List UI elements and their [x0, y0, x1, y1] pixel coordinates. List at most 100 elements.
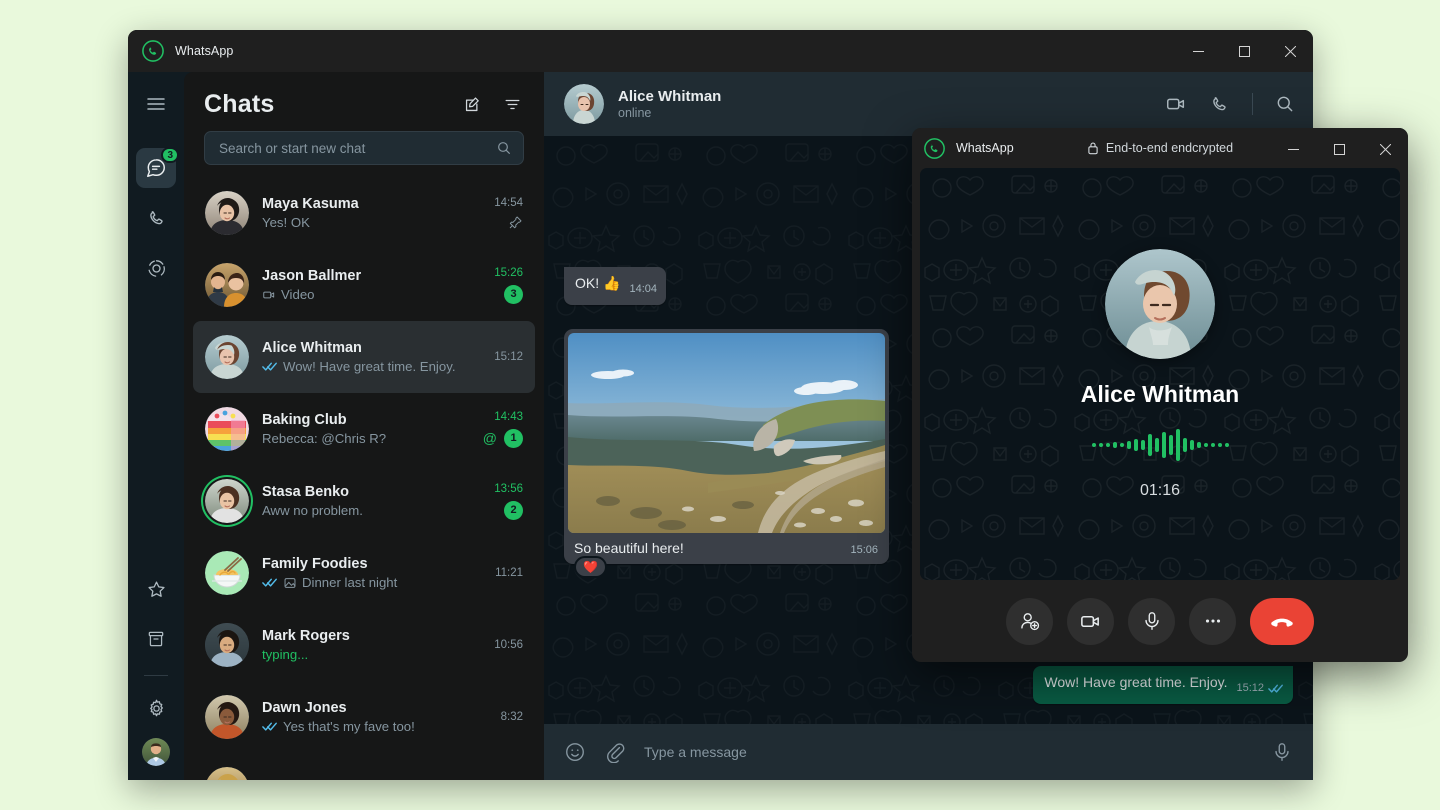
chat-item-meta: 11:21: [487, 567, 523, 579]
chat-item-name: Maya Kasuma: [262, 196, 474, 212]
call-window-title: WhatsApp: [956, 141, 1014, 155]
chat-item-time: 14:54: [494, 197, 523, 209]
waveform-bar: [1197, 442, 1201, 448]
chat-item-meta: 14:43@1: [483, 411, 523, 448]
chat-item-name: Family Foodies: [262, 556, 474, 572]
chat-item-name: Ziggy Woodley: [262, 780, 474, 781]
call-window: WhatsApp End-to-end endcrypted: [912, 128, 1408, 662]
chat-list-item[interactable]: Alice Whitman Wow! Have great time. Enjo…: [193, 321, 535, 393]
waveform-bar: [1162, 432, 1166, 458]
filter-chats-icon[interactable]: [500, 93, 524, 117]
chat-list-item[interactable]: Stasa Benko Aww no problem. 13:562: [193, 465, 535, 537]
call-stage: Alice Whitman 01:16: [920, 168, 1400, 580]
voice-call-icon[interactable]: [1209, 94, 1230, 115]
chat-item-meta: 15:12: [487, 351, 523, 363]
message-bubble-image[interactable]: So beautiful here! 15:06 ❤️: [564, 329, 889, 564]
chat-list-item[interactable]: Ziggy Woodley 8:12: [193, 753, 535, 780]
chat-item-text: Mark Rogers typing...: [262, 628, 474, 662]
chat-item-avatar: [205, 191, 249, 235]
profile-avatar[interactable]: [142, 738, 170, 766]
add-participant-button[interactable]: [1006, 598, 1053, 645]
waveform-bar: [1176, 429, 1180, 461]
call-minimize-button[interactable]: [1270, 128, 1316, 170]
chat-list[interactable]: Maya Kasuma Yes! OK 14:54 Jason Ballmer …: [184, 177, 544, 780]
chat-item-meta: 15:263: [487, 267, 523, 304]
chat-item-avatar: [205, 551, 249, 595]
new-chat-icon[interactable]: [460, 93, 484, 117]
search-in-chat-icon[interactable]: [1275, 94, 1295, 114]
encryption-label: End-to-end endcrypted: [1106, 141, 1233, 155]
sidebar-item-archived[interactable]: [136, 619, 176, 659]
waveform-bar: [1113, 442, 1117, 448]
chat-item-text: Stasa Benko Aww no problem.: [262, 484, 474, 518]
sidebar-item-chats[interactable]: 3: [136, 148, 176, 188]
photo-attachment-icon: [283, 576, 297, 590]
paperclip-icon[interactable]: [604, 741, 626, 763]
chat-item-time: 15:12: [494, 351, 523, 363]
chat-pane-actions: [460, 93, 524, 117]
search-box[interactable]: [204, 131, 524, 165]
search-input[interactable]: [219, 141, 495, 156]
message-photo[interactable]: [568, 333, 885, 533]
message-reaction[interactable]: ❤️: [574, 556, 607, 578]
sidebar-item-settings[interactable]: [136, 688, 176, 728]
message-time: 14:04: [629, 280, 657, 299]
chat-item-meta: 13:562: [487, 483, 523, 520]
close-button[interactable]: [1267, 30, 1313, 72]
message-bubble-incoming[interactable]: OK! 👍 14:04: [564, 267, 666, 305]
chat-item-text: Family Foodies Dinner last night: [262, 556, 474, 590]
chat-item-preview: Yes that's my fave too!: [262, 719, 474, 734]
maximize-button[interactable]: [1221, 30, 1267, 72]
chat-item-name: Stasa Benko: [262, 484, 474, 500]
conversation-identity: Alice Whitman online: [618, 88, 1165, 120]
search-area: [184, 129, 544, 177]
sidebar-item-starred[interactable]: [136, 569, 176, 609]
chat-item-text: Jason Ballmer Video: [262, 268, 474, 302]
video-call-icon[interactable]: [1165, 93, 1187, 115]
waveform-bar: [1183, 438, 1187, 452]
chat-item-preview: Dinner last night: [262, 575, 474, 590]
sidebar-item-calls[interactable]: [136, 198, 176, 238]
read-receipt-ticks: [262, 577, 278, 588]
chat-list-item[interactable]: Family Foodies Dinner last night 11:21: [193, 537, 535, 609]
call-maximize-button[interactable]: [1316, 128, 1362, 170]
minimize-button[interactable]: [1175, 30, 1221, 72]
chat-item-text: Alice Whitman Wow! Have great time. Enjo…: [262, 340, 474, 374]
chat-item-preview: Wow! Have great time. Enjoy.: [262, 359, 474, 374]
call-close-button[interactable]: [1362, 128, 1408, 170]
chat-item-text: Baking Club Rebecca: @Chris R?: [262, 412, 470, 446]
pinned-icon: [508, 215, 523, 230]
waveform-bar: [1155, 438, 1159, 452]
waveform-bar: [1141, 440, 1145, 450]
conversation-avatar[interactable]: [564, 84, 604, 124]
message-input[interactable]: [644, 744, 1253, 760]
chat-list-item[interactable]: Dawn Jones Yes that's my fave too! 8:32: [193, 681, 535, 753]
chat-list-item[interactable]: Maya Kasuma Yes! OK 14:54: [193, 177, 535, 249]
search-icon[interactable]: [495, 139, 513, 157]
toggle-mute-button[interactable]: [1128, 598, 1175, 645]
chat-list-item[interactable]: Jason Ballmer Video 15:263: [193, 249, 535, 321]
chat-item-text: Dawn Jones Yes that's my fave too!: [262, 700, 474, 734]
more-options-button[interactable]: [1189, 598, 1236, 645]
chat-list-item[interactable]: Baking Club Rebecca: @Chris R? 14:43@1: [193, 393, 535, 465]
waveform-bar: [1127, 441, 1131, 449]
end-call-button[interactable]: [1250, 598, 1314, 645]
chat-list-item[interactable]: Mark Rogers typing... 10:56: [193, 609, 535, 681]
call-titlebar: WhatsApp End-to-end endcrypted: [912, 128, 1408, 168]
microphone-icon[interactable]: [1271, 741, 1293, 763]
navigation-rail: 3: [128, 72, 184, 780]
read-receipt-ticks: [262, 361, 278, 372]
toggle-video-button[interactable]: [1067, 598, 1114, 645]
sidebar-item-status[interactable]: [136, 248, 176, 288]
message-bubble-outgoing[interactable]: Wow! Have great time. Enjoy. 15:12: [1033, 666, 1293, 704]
call-contact-avatar: [1105, 249, 1215, 359]
emoji-icon[interactable]: [564, 741, 586, 763]
read-receipt-ticks: [1268, 683, 1284, 694]
waveform-bar: [1099, 443, 1103, 447]
message-text: Wow! Have great time. Enjoy.: [1044, 674, 1227, 690]
hamburger-menu-icon[interactable]: [136, 84, 176, 124]
chat-item-avatar: [205, 335, 249, 379]
waveform-bar: [1225, 443, 1229, 447]
chat-item-preview: Aww no problem.: [262, 503, 474, 518]
waveform-bar: [1148, 434, 1152, 456]
